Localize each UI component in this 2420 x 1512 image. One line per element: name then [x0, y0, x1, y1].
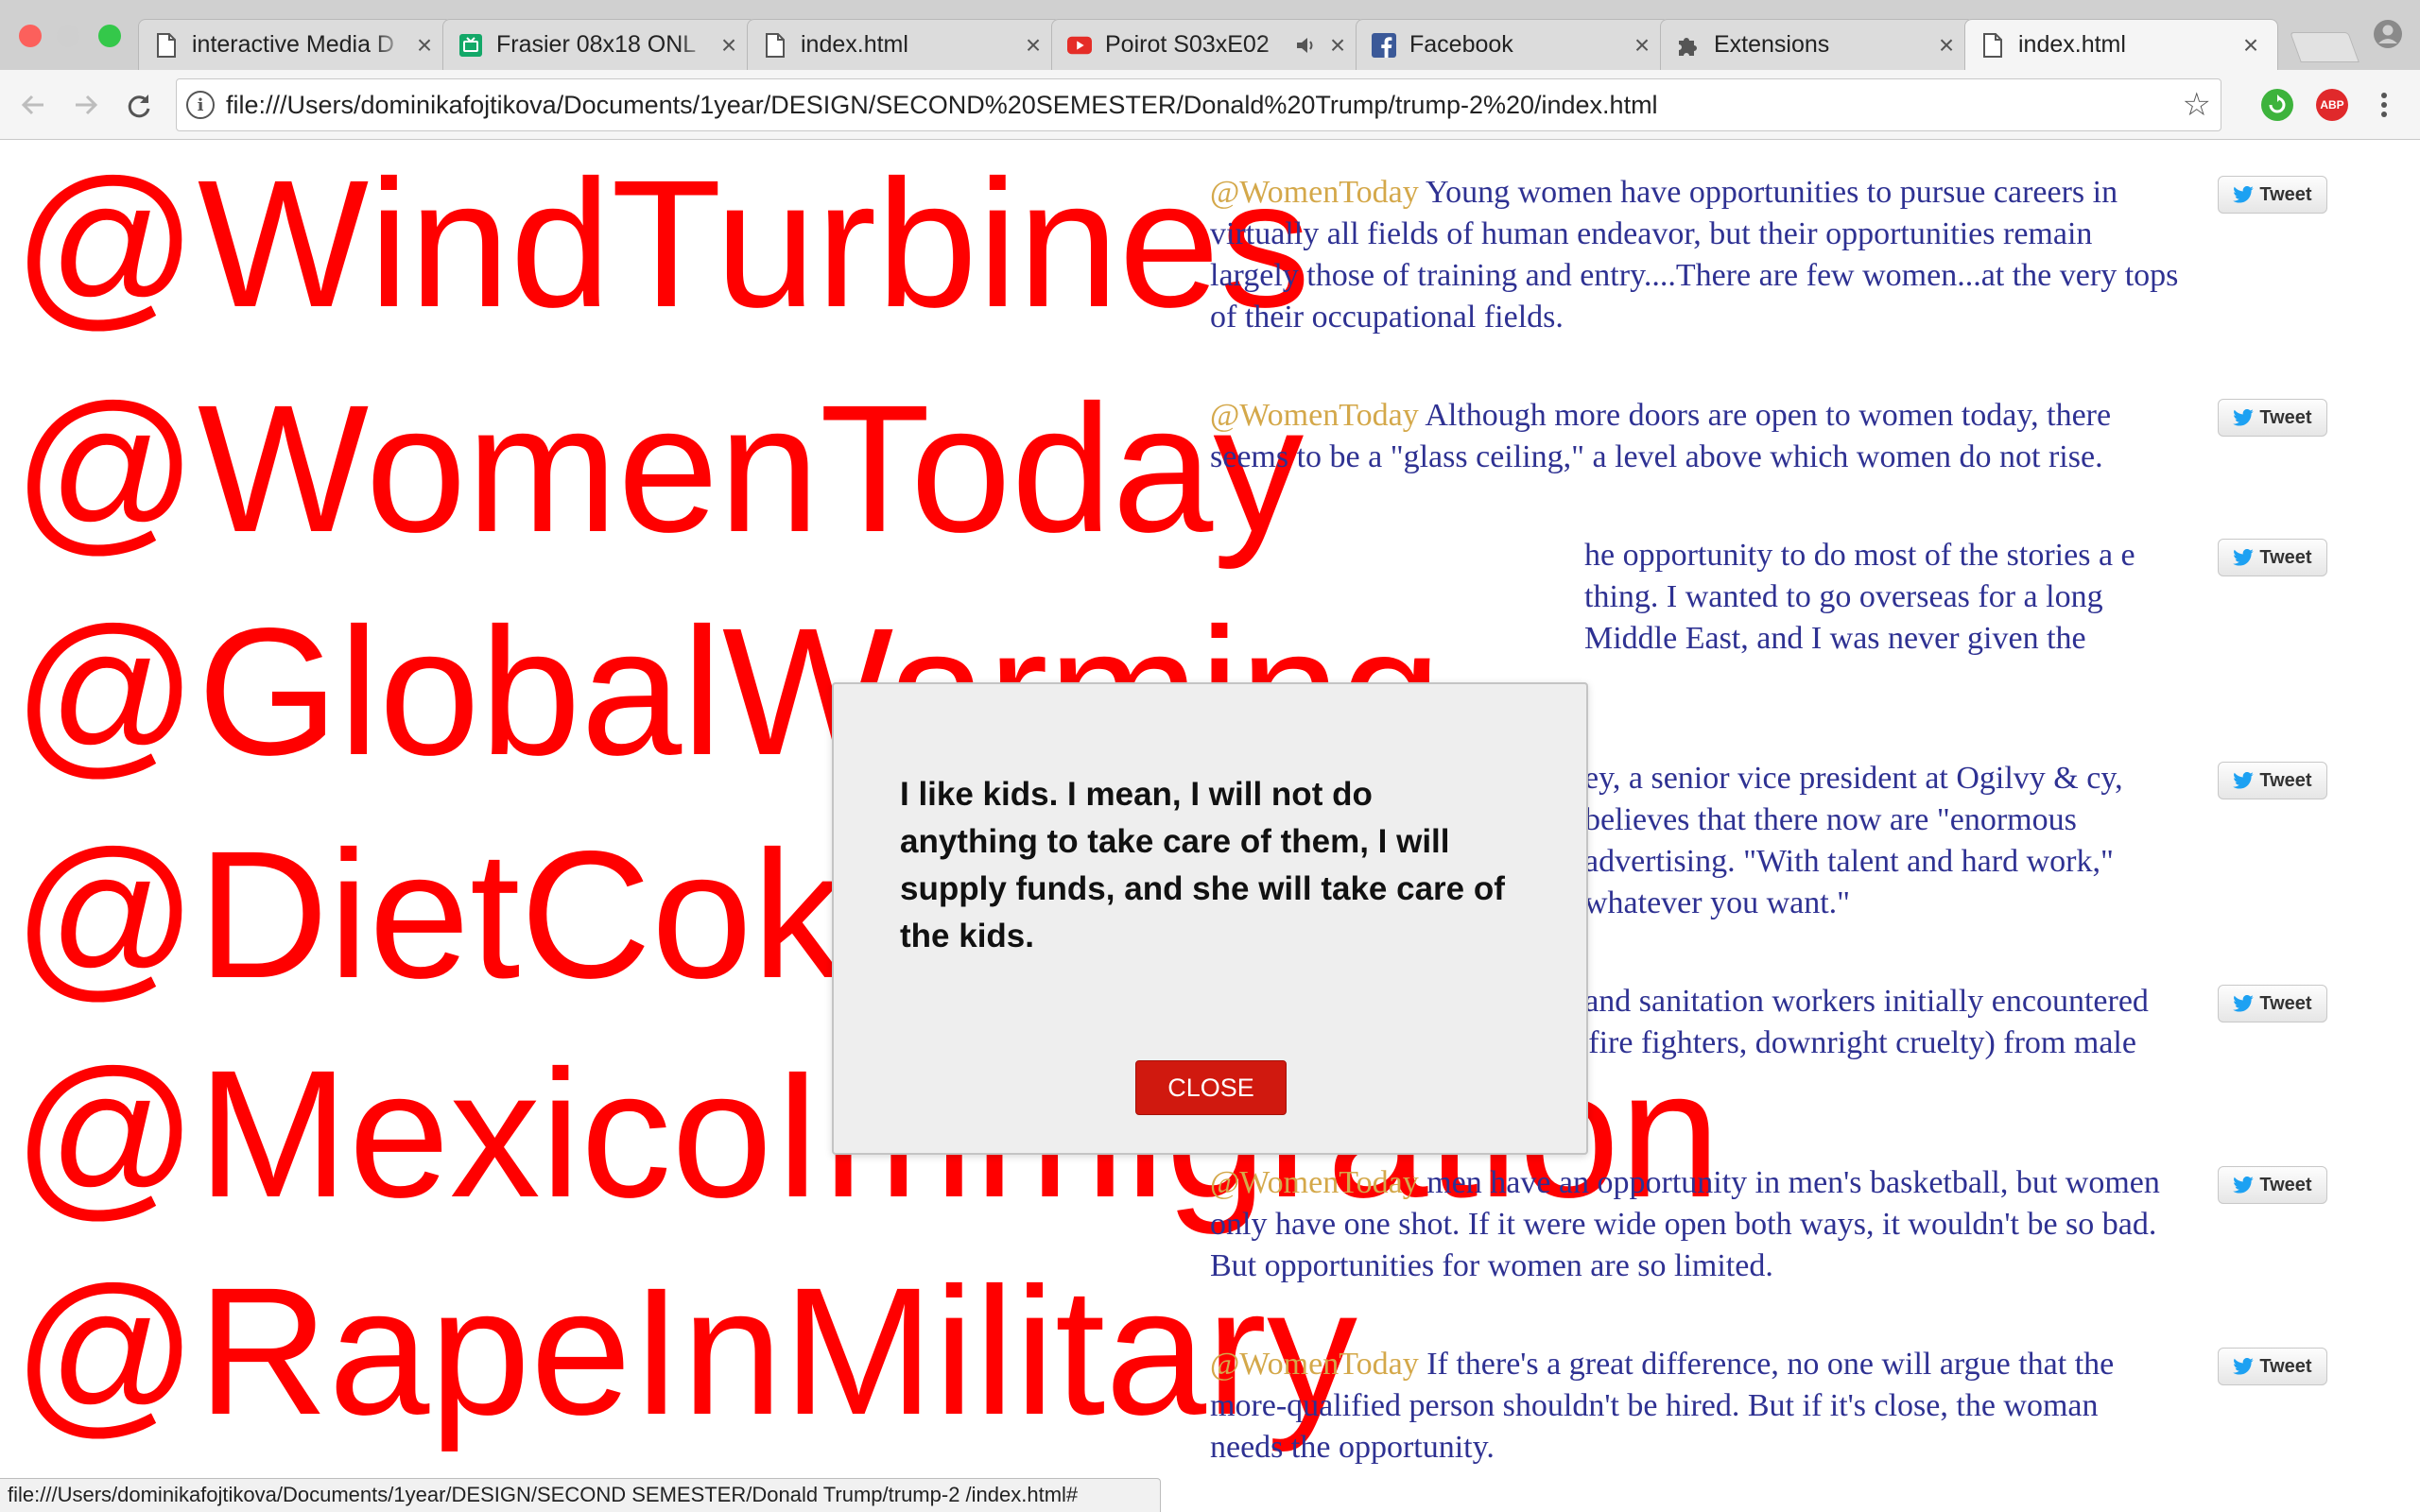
twitter-bird-icon	[2233, 409, 2255, 426]
forward-button[interactable]	[66, 85, 106, 125]
tab-facebook[interactable]: Facebook ×	[1356, 19, 1669, 70]
back-button[interactable]	[13, 85, 53, 125]
browser-toolbar: i file:///Users/dominikafojtikova/Docume…	[0, 70, 2420, 140]
address-bar[interactable]: i file:///Users/dominikafojtikova/Docume…	[176, 78, 2221, 131]
speaker-icon[interactable]	[1294, 33, 1319, 58]
extension-green-icon[interactable]	[2261, 89, 2293, 121]
twitter-bird-icon	[2233, 1177, 2255, 1194]
reload-button[interactable]	[119, 85, 159, 125]
adblock-plus-icon[interactable]: ABP	[2316, 89, 2348, 121]
quote-modal: I like kids. I mean, I will not do anyth…	[832, 682, 1588, 1155]
tweet-button[interactable]: Tweet	[2218, 539, 2327, 576]
profile-icon[interactable]	[2373, 19, 2403, 49]
tab-close-icon[interactable]: ×	[1022, 31, 1045, 59]
tab-title: index.html	[801, 31, 908, 58]
tweet-button[interactable]: Tweet	[2218, 1166, 2327, 1204]
tweet-handle[interactable]: @WomenToday	[1210, 1165, 1419, 1200]
hashtag-women-today[interactable]: @WomenToday	[13, 378, 1304, 559]
tab-title: Poirot S03xE02	[1105, 31, 1270, 58]
tab-title: index.html	[2018, 31, 2126, 58]
tweet-button-label: Tweet	[2259, 992, 2312, 1014]
status-bar-url: file:///Users/dominikafojtikova/Document…	[0, 1478, 1161, 1512]
tab-index-html-1[interactable]: index.html ×	[747, 19, 1061, 70]
tab-extensions[interactable]: Extensions ×	[1660, 19, 1974, 70]
tab-index-html-active[interactable]: index.html ×	[1964, 19, 2278, 70]
window-maximize-button[interactable]	[98, 25, 121, 47]
tab-close-icon[interactable]: ×	[717, 31, 740, 59]
facebook-icon	[1372, 32, 1396, 58]
tweet-text: he opportunity to do most of the stories…	[1584, 535, 2180, 660]
tab-title: Facebook	[1409, 31, 1513, 58]
info-icon[interactable]: i	[186, 91, 215, 119]
tweet-handle[interactable]: @WomenToday	[1210, 175, 1419, 210]
tab-close-icon[interactable]: ×	[1935, 31, 1958, 59]
window-close-button[interactable]	[19, 25, 42, 47]
tweet-button-label: Tweet	[2259, 1174, 2312, 1195]
page-icon	[1980, 32, 2005, 58]
tab-interactive-media[interactable]: interactive Media D ×	[138, 19, 452, 70]
forward-arrow-icon	[76, 94, 98, 115]
tweet-button[interactable]: Tweet	[2218, 762, 2327, 799]
youtube-icon	[1067, 33, 1092, 58]
tv-icon	[458, 33, 483, 58]
tab-title: Frasier 08x18 ONL	[496, 31, 697, 58]
tweet-button-label: Tweet	[2259, 769, 2312, 791]
tab-poirot[interactable]: Poirot S03xE02 ×	[1051, 19, 1365, 70]
tab-close-icon[interactable]: ×	[1631, 31, 1653, 59]
close-button[interactable]: CLOSE	[1135, 1060, 1287, 1115]
tweet-text: @WomenToday Young women have opportuniti…	[1210, 172, 2179, 338]
tab-close-icon[interactable]: ×	[1326, 31, 1349, 59]
tweet-button[interactable]: Tweet	[2218, 1348, 2327, 1385]
tab-close-icon[interactable]: ×	[413, 31, 436, 59]
hashtag-diet-coke[interactable]: @DietCoke	[13, 824, 944, 1005]
tweet-text: @WomenToday If there's a great differenc…	[1210, 1344, 2179, 1469]
twitter-bird-icon	[2233, 186, 2255, 203]
hashtag-rape-in-military[interactable]: @RapeInMilitary	[13, 1261, 1357, 1442]
tweet-text: @WomenToday Although more doors are open…	[1210, 395, 2179, 478]
puzzle-icon	[1676, 33, 1701, 58]
web-page: @WindTurbines @WomenToday @GlobalWarming…	[0, 140, 2420, 1512]
tweet-button[interactable]: Tweet	[2218, 176, 2327, 214]
tweet-text: @WomenToday men have an opportunity in m…	[1210, 1162, 2179, 1287]
new-tab-button[interactable]	[2290, 32, 2360, 62]
page-icon	[763, 32, 787, 58]
modal-message: I like kids. I mean, I will not do anyth…	[900, 776, 1505, 954]
page-icon	[154, 32, 179, 58]
reload-icon	[128, 94, 150, 118]
url-text[interactable]: file:///Users/dominikafojtikova/Document…	[226, 91, 1658, 120]
twitter-bird-icon	[2233, 549, 2255, 566]
twitter-bird-icon	[2233, 1358, 2255, 1375]
tweet-button-label: Tweet	[2259, 183, 2312, 205]
tweet-handle[interactable]: @WomenToday	[1210, 398, 1419, 433]
tweet-button-label: Tweet	[2259, 1355, 2312, 1377]
tweet-body: ey, a senior vice president at Ogilvy & …	[1584, 761, 2123, 920]
window-minimize-button[interactable]	[57, 25, 79, 47]
tweet-button-label: Tweet	[2259, 406, 2312, 428]
chrome-menu-icon[interactable]	[2373, 89, 2395, 121]
hashtag-wind-turbines[interactable]: @WindTurbines	[13, 153, 1310, 335]
back-arrow-icon	[21, 94, 43, 115]
tab-title: interactive Media D	[192, 31, 394, 58]
tab-strip: interactive Media D × Frasier 08x18 ONL …	[0, 0, 2420, 70]
tweet-body: he opportunity to do most of the stories…	[1584, 538, 2135, 656]
tweet-button[interactable]: Tweet	[2218, 399, 2327, 437]
bookmark-star-icon[interactable]: ☆	[2183, 89, 2211, 121]
twitter-bird-icon	[2233, 772, 2255, 789]
tweet-text: ey, a senior vice president at Ogilvy & …	[1584, 758, 2180, 924]
tab-close-icon[interactable]: ×	[2239, 31, 2262, 59]
tweet-button[interactable]: Tweet	[2218, 985, 2327, 1022]
twitter-bird-icon	[2233, 995, 2255, 1012]
tab-title: Extensions	[1714, 31, 1830, 58]
tab-frasier[interactable]: Frasier 08x18 ONL ×	[442, 19, 756, 70]
tweet-button-label: Tweet	[2259, 546, 2312, 568]
tweet-handle[interactable]: @WomenToday	[1210, 1347, 1419, 1382]
